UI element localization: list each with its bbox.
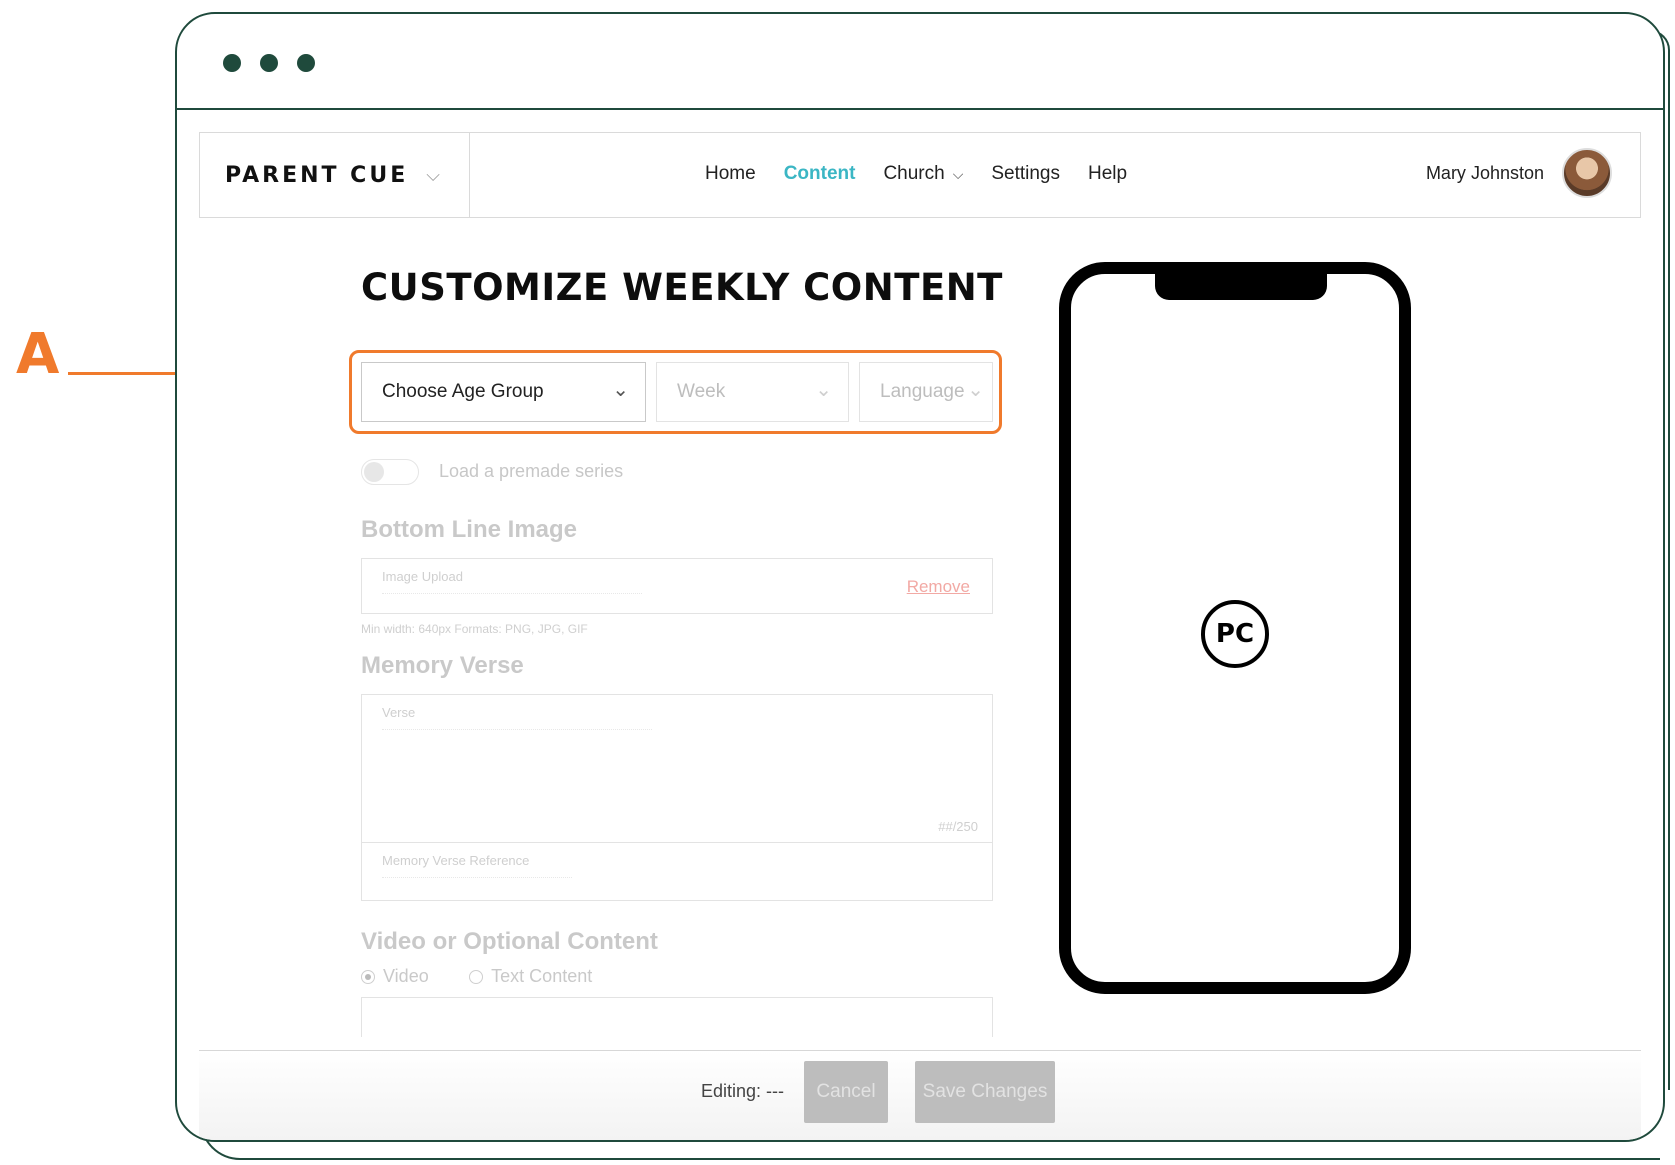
- premade-series-label: Load a premade series: [439, 461, 624, 481]
- phone-preview: PC: [1059, 262, 1411, 994]
- app-viewport: PARENT CUE ⌵ Home Content Church ⌵ Setti…: [199, 132, 1641, 1140]
- logo-text: PC: [1215, 619, 1255, 649]
- browser-frame: PARENT CUE ⌵ Home Content Church ⌵ Setti…: [175, 12, 1665, 1142]
- page-title: CUSTOMIZE WEEKLY CONTENT: [361, 266, 1003, 309]
- phone-notch: [1155, 272, 1327, 300]
- radio-selected-icon: [361, 969, 375, 984]
- user-menu[interactable]: Mary Johnston: [1426, 148, 1612, 198]
- brand-name: PARENT CUE: [225, 162, 409, 188]
- video-url-field[interactable]: [361, 997, 993, 1037]
- browser-titlebar: [177, 14, 1663, 110]
- parent-cue-logo-icon: PC: [1201, 600, 1269, 668]
- age-group-value: Choose Age Group: [382, 381, 544, 402]
- user-name: Mary Johnston: [1425, 162, 1544, 183]
- language-select[interactable]: Language ⌄: [859, 362, 993, 422]
- radio-text-label: Text Content: [491, 966, 593, 986]
- remove-link[interactable]: Remove: [907, 577, 970, 597]
- week-select[interactable]: Week ⌄: [656, 362, 849, 422]
- week-value: Week: [677, 381, 726, 402]
- save-changes-button[interactable]: Save Changes: [915, 1061, 1055, 1123]
- cancel-button[interactable]: Cancel: [804, 1061, 888, 1123]
- nav-home[interactable]: Home: [705, 163, 756, 185]
- verse-textarea[interactable]: Verse ##/250: [361, 694, 993, 843]
- image-upload-placeholder: [382, 593, 642, 597]
- window-dot-icon: [223, 54, 241, 72]
- verse-reference-field[interactable]: Memory Verse Reference: [361, 843, 993, 901]
- annotation-label-a: A: [16, 322, 60, 387]
- nav-church[interactable]: Church ⌵: [883, 163, 963, 185]
- chevron-down-icon: ⌵: [426, 164, 440, 185]
- nav-help[interactable]: Help: [1088, 163, 1127, 185]
- verse-label: Verse: [382, 705, 416, 720]
- radio-video[interactable]: Video: [361, 966, 429, 987]
- bottom-line-heading: Bottom Line Image: [361, 516, 578, 543]
- age-group-select[interactable]: Choose Age Group ⌄: [361, 362, 646, 422]
- brand-switcher[interactable]: PARENT CUE ⌵: [200, 133, 470, 217]
- verse-placeholder: [382, 729, 652, 733]
- radio-text-content[interactable]: Text Content: [469, 966, 592, 987]
- memory-verse-heading: Memory Verse: [361, 652, 524, 679]
- chevron-down-icon: ⌄: [967, 379, 984, 401]
- optional-content-heading: Video or Optional Content: [361, 928, 658, 955]
- nav-church-label: Church: [883, 163, 945, 184]
- avatar: [1562, 148, 1612, 198]
- verse-reference-placeholder: [382, 877, 572, 881]
- radio-unselected-icon: [469, 969, 484, 984]
- image-upload-field[interactable]: Image Upload Remove: [361, 558, 993, 614]
- nav-settings[interactable]: Settings: [991, 163, 1060, 185]
- chevron-down-icon: ⌵: [952, 165, 964, 182]
- image-upload-hint: Min width: 640px Formats: PNG, JPG, GIF: [361, 622, 588, 636]
- editing-bar: Editing: --- Cancel Save Changes: [199, 1050, 1641, 1140]
- language-value: Language: [880, 381, 965, 402]
- nav-links: Home Content Church ⌵ Settings Help: [705, 163, 1155, 185]
- editing-status: Editing: ---: [701, 1081, 785, 1101]
- premade-series-toggle[interactable]: [361, 459, 419, 485]
- window-dot-icon: [297, 54, 315, 72]
- verse-reference-label: Memory Verse Reference: [382, 853, 530, 868]
- radio-video-label: Video: [383, 966, 429, 986]
- image-upload-label: Image Upload: [382, 569, 463, 584]
- content-type-radios: Video Text Content: [361, 966, 628, 989]
- chevron-down-icon: ⌄: [612, 379, 629, 401]
- top-navbar: PARENT CUE ⌵ Home Content Church ⌵ Setti…: [199, 132, 1641, 218]
- nav-content[interactable]: Content: [784, 163, 856, 185]
- window-dot-icon: [260, 54, 278, 72]
- chevron-down-icon: ⌄: [815, 379, 832, 401]
- toggle-knob: [364, 462, 384, 482]
- verse-char-counter: ##/250: [938, 819, 978, 834]
